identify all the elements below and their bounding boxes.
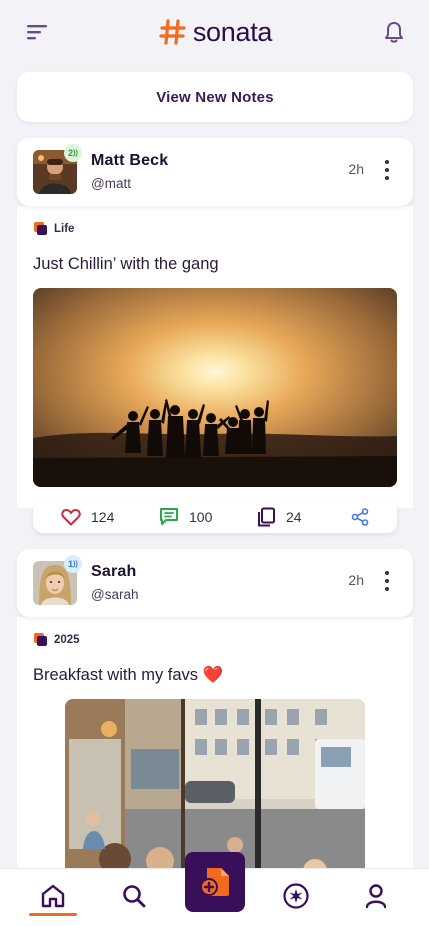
like-button[interactable]: 124 [61,500,114,533]
bell-icon[interactable] [381,19,407,45]
notes-tag-icon [34,633,47,646]
post-body: 2025 Breakfast with my favs ❤️ [17,617,413,879]
copy-count: 24 [286,508,302,525]
post-header: 1)) Sarah @sarah 2h [17,549,413,617]
post-tag[interactable]: 2025 [33,632,80,647]
nav-search[interactable] [109,869,159,923]
comment-button[interactable]: 100 [159,500,212,533]
search-icon [123,885,146,908]
level-badge: 2)) [64,144,82,162]
menu-icon[interactable] [24,19,50,45]
create-note-icon [200,868,229,896]
more-options-icon[interactable] [383,571,391,591]
post-header: 2)) Matt Beck @matt 2h [17,138,413,206]
explore-icon [283,883,309,909]
view-new-notes-button[interactable]: View New Notes [17,72,413,122]
profile-icon [365,884,387,909]
author-handle[interactable]: @sarah [91,587,138,602]
post-tag[interactable]: Life [33,221,74,236]
tag-label: 2025 [54,633,80,646]
post-image[interactable] [33,288,397,487]
notes-tag-icon [34,222,47,235]
post-time: 2h [348,572,364,588]
nav-profile[interactable] [351,869,401,923]
create-note-button[interactable] [185,852,245,912]
hash-logo-icon [159,19,186,45]
author-name[interactable]: Matt Beck [91,152,168,170]
comment-count: 100 [189,508,213,525]
top-bar: sonata [0,0,429,64]
post-caption: Just Chillin’ with the gang [33,255,219,273]
post-card: 2)) Matt Beck @matt 2h Life Just Chillin… [17,138,413,508]
level-badge: 1)) [64,555,82,573]
copy-note-icon [258,507,275,526]
app-logo: sonata [159,17,272,48]
home-icon [41,884,65,908]
more-options-icon[interactable] [383,160,391,180]
author-name[interactable]: Sarah [91,563,136,581]
heart-icon [61,508,81,525]
author-handle[interactable]: @matt [91,176,131,191]
post-caption: Breakfast with my favs ❤️ [33,666,224,684]
share-button[interactable] [351,500,369,533]
app-name: sonata [192,16,273,47]
like-count: 124 [91,508,115,525]
post-card: 1)) Sarah @sarah 2h 2025 Breakfast with … [17,549,413,879]
copy-button[interactable]: 24 [256,500,302,533]
comment-icon [160,508,178,525]
post-actions: 124 100 24 [33,500,397,533]
nav-explore[interactable] [271,869,321,923]
share-icon [351,507,369,526]
post-time: 2h [348,161,364,177]
active-tab-indicator [29,913,77,916]
post-body: Life Just Chillin’ with the gang [17,206,413,508]
tag-label: Life [54,222,75,235]
